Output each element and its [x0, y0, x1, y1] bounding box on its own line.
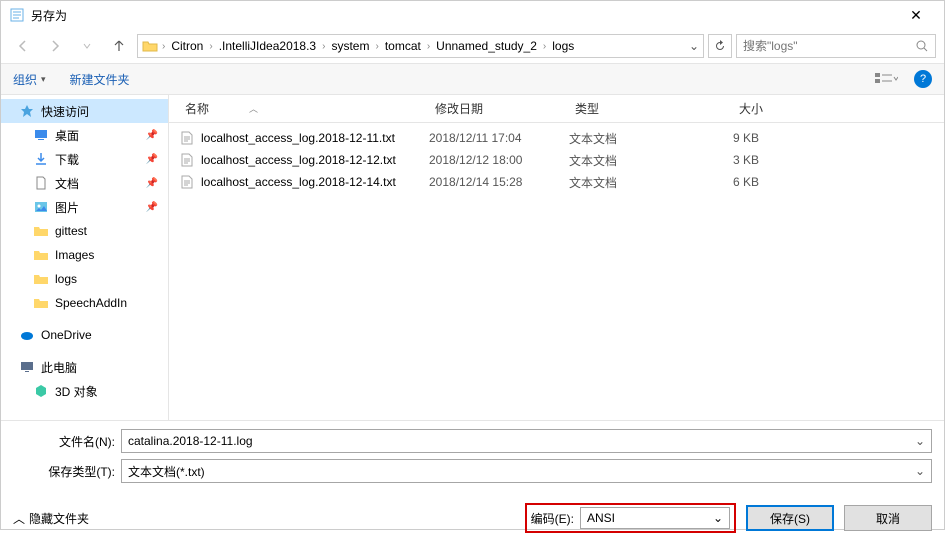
title-bar: 另存为 ✕	[1, 1, 944, 29]
onedrive-icon	[19, 327, 35, 343]
breadcrumb-item[interactable]: tomcat	[383, 39, 423, 53]
chevron-up-icon: ︿	[13, 510, 25, 527]
column-type[interactable]: 类型	[569, 100, 679, 117]
column-date[interactable]: 修改日期	[429, 100, 569, 117]
cube-icon	[33, 383, 49, 399]
sidebar-item-desktop[interactable]: 桌面 📌	[1, 123, 168, 147]
forward-button[interactable]	[41, 32, 69, 60]
view-options-button[interactable]	[874, 72, 898, 86]
sidebar-item-3d-objects[interactable]: 3D 对象	[1, 379, 168, 403]
cancel-button[interactable]: 取消	[844, 505, 932, 531]
filetype-label: 保存类型(T):	[13, 463, 121, 480]
sidebar-item-documents[interactable]: 文档 📌	[1, 171, 168, 195]
breadcrumb-item[interactable]: .IntelliJIdea2018.3	[217, 39, 318, 53]
encoding-group: 编码(E): ANSI ⌄	[525, 503, 736, 533]
chevron-down-icon[interactable]: ⌄	[915, 464, 925, 478]
pin-icon: 📌	[146, 178, 158, 189]
sidebar-item-pictures[interactable]: 图片 📌	[1, 195, 168, 219]
chevron-right-icon[interactable]: ›	[541, 41, 548, 52]
sidebar: 快速访问 桌面 📌 下载 📌 文档 📌 图片 📌 gittest I	[1, 95, 169, 420]
help-button[interactable]: ?	[914, 70, 932, 88]
breadcrumb-item[interactable]: Unnamed_study_2	[434, 39, 539, 53]
filetype-value: 文本文档(*.txt)	[128, 463, 915, 480]
window-title: 另存为	[31, 7, 896, 24]
breadcrumb-dropdown[interactable]: ⌄	[689, 39, 699, 53]
file-list: 名称︿ 修改日期 类型 大小 localhost_access_log.2018…	[169, 95, 944, 420]
sidebar-item-folder[interactable]: gittest	[1, 219, 168, 243]
navigation-bar: › Citron › .IntelliJIdea2018.3 › system …	[1, 29, 944, 63]
chevron-down-icon: ▾	[41, 74, 46, 85]
back-button[interactable]	[9, 32, 37, 60]
encoding-label: 编码(E):	[531, 510, 574, 527]
folder-icon	[33, 295, 49, 311]
breadcrumb-item[interactable]: system	[329, 39, 371, 53]
breadcrumb-bar[interactable]: › Citron › .IntelliJIdea2018.3 › system …	[137, 34, 704, 58]
footer: ︿ 隐藏文件夹 编码(E): ANSI ⌄ 保存(S) 取消	[1, 495, 944, 543]
sidebar-item-folder[interactable]: Images	[1, 243, 168, 267]
search-box[interactable]	[736, 34, 936, 58]
sidebar-this-pc[interactable]: 此电脑	[1, 355, 168, 379]
text-file-icon	[179, 130, 195, 146]
folder-icon	[33, 271, 49, 287]
main-area: 快速访问 桌面 📌 下载 📌 文档 📌 图片 📌 gittest I	[1, 95, 944, 420]
star-icon	[19, 103, 35, 119]
chevron-right-icon[interactable]: ›	[425, 41, 432, 52]
chevron-right-icon[interactable]: ›	[373, 41, 380, 52]
document-icon	[33, 175, 49, 191]
column-size[interactable]: 大小	[679, 100, 769, 117]
filename-combo[interactable]: ⌄	[121, 429, 932, 453]
chevron-down-icon[interactable]: ⌄	[915, 434, 925, 448]
app-icon	[9, 7, 25, 23]
encoding-combo[interactable]: ANSI ⌄	[580, 507, 730, 529]
sidebar-quick-access[interactable]: 快速访问	[1, 99, 168, 123]
picture-icon	[33, 199, 49, 215]
filename-label: 文件名(N):	[13, 433, 121, 450]
filetype-combo[interactable]: 文本文档(*.txt) ⌄	[121, 459, 932, 483]
chevron-down-icon[interactable]: ⌄	[713, 511, 723, 525]
chevron-right-icon[interactable]: ›	[207, 41, 214, 52]
pin-icon: 📌	[146, 130, 158, 141]
breadcrumb-item[interactable]: Citron	[169, 39, 205, 53]
toolbar: 组织 ▾ 新建文件夹 ?	[1, 63, 944, 95]
sidebar-onedrive[interactable]: OneDrive	[1, 323, 168, 347]
up-button[interactable]	[105, 32, 133, 60]
folder-icon	[33, 247, 49, 263]
file-row[interactable]: localhost_access_log.2018-12-14.txt 2018…	[179, 171, 944, 193]
bottom-panel: 文件名(N): ⌄ 保存类型(T): 文本文档(*.txt) ⌄	[1, 420, 944, 495]
sidebar-item-downloads[interactable]: 下载 📌	[1, 147, 168, 171]
organize-button[interactable]: 组织 ▾	[13, 71, 46, 88]
search-icon[interactable]	[915, 39, 929, 53]
sidebar-item-folder[interactable]: SpeechAddIn	[1, 291, 168, 315]
folder-icon	[33, 223, 49, 239]
file-rows: localhost_access_log.2018-12-11.txt 2018…	[169, 123, 944, 420]
column-headers: 名称︿ 修改日期 类型 大小	[169, 95, 944, 123]
new-folder-button[interactable]: 新建文件夹	[70, 71, 130, 88]
pin-icon: 📌	[146, 202, 158, 213]
desktop-icon	[33, 127, 49, 143]
refresh-button[interactable]	[708, 34, 732, 58]
text-file-icon	[179, 152, 195, 168]
chevron-right-icon[interactable]: ›	[160, 41, 167, 52]
breadcrumb-item[interactable]: logs	[550, 39, 576, 53]
folder-icon	[142, 38, 158, 54]
save-button[interactable]: 保存(S)	[746, 505, 834, 531]
file-row[interactable]: localhost_access_log.2018-12-12.txt 2018…	[179, 149, 944, 171]
computer-icon	[19, 359, 35, 375]
hide-folders-toggle[interactable]: ︿ 隐藏文件夹	[13, 510, 89, 527]
text-file-icon	[179, 174, 195, 190]
encoding-value: ANSI	[587, 511, 615, 525]
chevron-right-icon[interactable]: ›	[320, 41, 327, 52]
file-row[interactable]: localhost_access_log.2018-12-11.txt 2018…	[179, 127, 944, 149]
filename-input[interactable]	[128, 434, 915, 448]
sort-indicator-icon: ︿	[249, 102, 258, 115]
search-input[interactable]	[743, 39, 915, 53]
column-name[interactable]: 名称︿	[179, 100, 429, 117]
recent-dropdown[interactable]	[73, 32, 101, 60]
close-button[interactable]: ✕	[896, 7, 936, 24]
pin-icon: 📌	[146, 154, 158, 165]
download-icon	[33, 151, 49, 167]
sidebar-item-folder[interactable]: logs	[1, 267, 168, 291]
